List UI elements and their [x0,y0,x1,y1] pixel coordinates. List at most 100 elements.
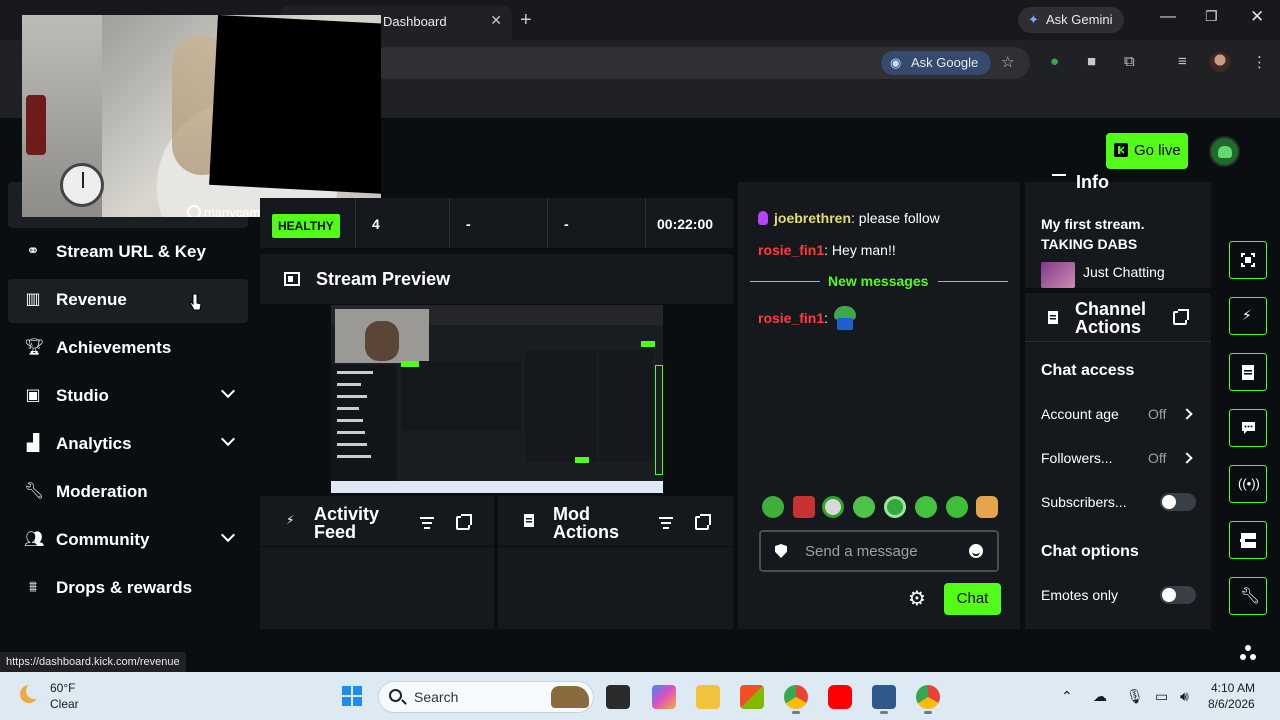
sidebar-item-label: Community [56,530,150,549]
chevron-up-icon[interactable]: ⌃ [1061,688,1073,705]
emote-icon[interactable] [946,496,968,518]
emotes-only-toggle[interactable] [1160,586,1196,604]
copilot-icon[interactable] [652,685,676,709]
ask-google-label: Ask Google [911,55,979,70]
cloud-off-icon[interactable]: ☁ [1093,688,1107,705]
weather-temp[interactable]: 60°F [50,681,75,695]
mod-actions-title-line1: Mod [553,504,590,524]
rail-broadcast-button[interactable]: ((•)) [1229,465,1267,503]
emote-icon[interactable] [762,496,784,518]
chat-username[interactable]: rosie_fin1 [758,242,824,258]
close-window-icon[interactable]: ✕ [1250,7,1264,27]
frog-emote-icon [832,306,858,330]
chat-username[interactable]: rosie_fin1 [758,310,824,326]
rail-chat-button[interactable] [1229,409,1267,447]
bolt-icon: ⚡︎ [286,513,295,527]
ask-gemini-button[interactable]: ✦ Ask Gemini [1018,7,1124,33]
sidebar-item-label: Revenue [56,290,127,309]
emote-icon[interactable] [793,496,815,518]
sidebar-item-revenue[interactable]: ▥ Revenue [8,279,248,323]
chevron-down-icon[interactable] [222,531,234,543]
rail-screenshot-button[interactable] [1229,241,1267,279]
stream-duration: 00:22:00 [657,216,714,232]
preview-chat [525,350,597,462]
clock-date[interactable]: 8/6/2026 [1208,697,1255,711]
followers-value[interactable]: Off [1148,450,1166,466]
stream-title-line2: TAKING DABS [1041,236,1138,252]
sidebar-item-studio[interactable]: ▣ Studio [8,375,248,419]
gear-icon[interactable]: ⚙ [908,589,926,609]
account-age-value[interactable]: Off [1148,406,1166,422]
sidebar-item-label: Drops & rewards [56,578,193,597]
app-icon[interactable] [872,685,896,709]
sidebar-item-moderation[interactable]: 🔧︎ Moderation [8,471,248,515]
preview-taskbar [331,481,663,493]
microsoft-store-icon[interactable] [740,685,764,709]
extensions-icon[interactable]: ⧉ [1124,53,1135,70]
emoji-icon[interactable] [969,544,983,558]
mod-actions-title: Mod Actions [553,505,619,541]
chat-username[interactable]: joebrethren [774,210,851,226]
emote-icon[interactable] [884,496,906,518]
stream-preview-video[interactable] [331,305,663,493]
rail-wrench-button[interactable]: 🔧︎ [1229,577,1267,615]
go-live-button[interactable]: Go live [1106,133,1188,169]
category-thumbnail [1041,262,1075,288]
filter-icon[interactable] [659,517,673,529]
preview-line [337,443,367,446]
rail-layout-button[interactable] [1229,521,1267,559]
taskbar-search[interactable]: Search [378,681,594,713]
emote-icon[interactable] [915,496,937,518]
chevron-down-icon[interactable] [222,387,234,399]
more-options-icon[interactable] [1240,645,1256,661]
moon-icon[interactable] [20,683,42,703]
rail-bolt-button[interactable]: ⚡︎ [1229,297,1267,335]
weather-desc[interactable]: Clear [50,697,79,711]
minimize-icon[interactable]: — [1160,8,1176,26]
bar-chart-icon: ▥ [25,291,41,308]
browser-menu-icon[interactable]: ⋮ [1252,53,1267,71]
popout-icon[interactable] [695,514,711,530]
sidebar-item-community[interactable]: 👥︎ Community [8,519,248,563]
rail-notes-button[interactable] [1229,353,1267,391]
youtube-icon[interactable] [828,685,852,709]
sidebar-item-stream-url-key[interactable]: ⚭ Stream URL & Key [8,231,248,275]
restore-icon[interactable]: ❐ [1205,8,1218,25]
grammarly-icon[interactable]: ● [1050,53,1059,70]
emote-icon[interactable] [853,496,875,518]
bookmark-star-icon[interactable]: ☆ [1001,53,1014,71]
chrome-profile-icon[interactable] [916,685,940,709]
media-icon[interactable]: ≡ [1178,53,1187,70]
windows-start-icon[interactable] [342,686,362,706]
sidebar-item-drops-rewards[interactable]: ⩩ Drops & rewards [8,567,248,611]
subscribers-toggle[interactable] [1160,493,1196,511]
new-tab-icon[interactable]: + [520,9,532,32]
broadcast-icon: ((•)) [1238,476,1260,491]
sidebar-item-analytics[interactable]: ▟ Analytics [8,423,248,467]
chat-send-button[interactable]: Chat [944,583,1001,615]
microphone-icon[interactable]: 🎙︎ [1126,688,1144,705]
emote-icon[interactable] [822,496,844,518]
chat-input[interactable]: Send a message [759,530,999,572]
browser-profile-avatar[interactable] [1210,52,1230,72]
tab-close-icon[interactable]: ✕ [490,12,502,29]
filter-icon[interactable] [420,517,434,529]
divider [498,546,733,547]
extension-k-icon[interactable]: ■ [1087,53,1096,70]
network-icon[interactable]: ▭ [1155,688,1168,705]
task-view-icon[interactable] [606,685,630,709]
stream-title-line1: My first stream. [1041,216,1145,232]
chrome-icon[interactable] [784,685,808,709]
new-messages-divider[interactable]: New messages [750,272,1008,292]
emote-icon[interactable] [976,496,998,518]
popout-icon[interactable] [1173,309,1189,325]
sidebar-item-achievements[interactable]: 🏆︎ Achievements [8,327,248,371]
volume-icon[interactable]: 🔊︎ [1180,688,1189,705]
file-explorer-icon[interactable] [696,685,720,709]
clock-time[interactable]: 4:10 AM [1211,681,1255,695]
user-avatar[interactable] [1209,136,1240,167]
shield-icon[interactable] [775,544,787,558]
popout-icon[interactable] [456,514,472,530]
chevron-down-icon[interactable] [222,435,234,447]
ask-google-button[interactable]: ◉ Ask Google [881,51,991,75]
